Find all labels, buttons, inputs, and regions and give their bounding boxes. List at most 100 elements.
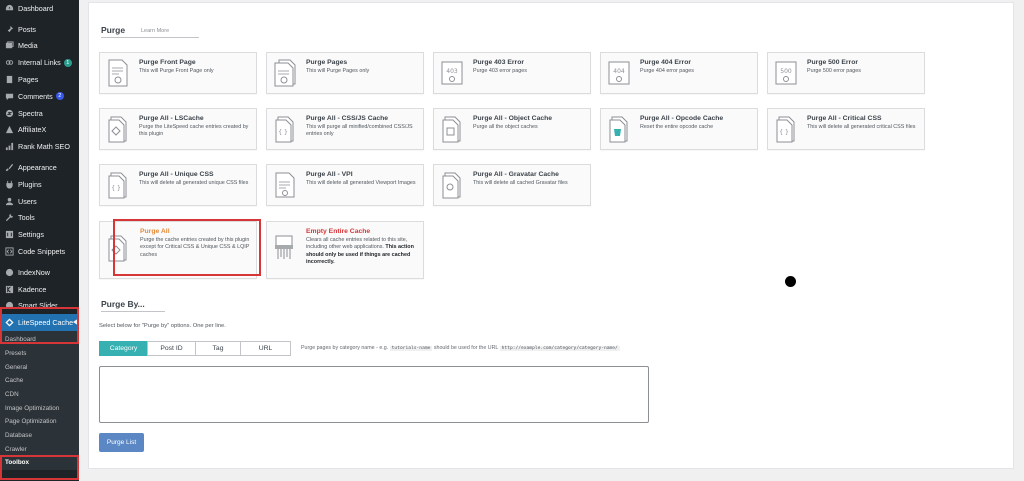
card-description: This will Purge Front Page only xyxy=(139,68,214,74)
purge-all-object-cache-card[interactable]: Purge All - Object Cache Purge all the o… xyxy=(433,108,591,150)
sidebar-item-posts[interactable]: Posts xyxy=(0,21,79,38)
submenu-item-page-optimization[interactable]: Page Optimization xyxy=(0,415,79,429)
sidebar-item-label: Comments xyxy=(18,91,53,101)
sidebar-item-indexnow[interactable]: IndexNow xyxy=(0,264,79,281)
purge-all-opcode-cache-card[interactable]: Purge All - Opcode Cache Reset the entir… xyxy=(600,108,758,150)
hint-middle: should be used for the URL xyxy=(433,345,499,351)
submenu-item-presets[interactable]: Presets xyxy=(0,347,79,361)
dashboard-icon xyxy=(4,3,14,13)
submenu-item-cdn[interactable]: CDN xyxy=(0,388,79,402)
tab-url[interactable]: URL xyxy=(240,341,291,356)
card-description: This will delete all cached Gravatar fil… xyxy=(473,180,568,186)
purge-all-css-js-card[interactable]: { } Purge All - CSS/JS Cache This will p… xyxy=(266,108,424,150)
chart-icon xyxy=(4,142,14,152)
pin-icon xyxy=(4,24,14,34)
sidebar-item-appearance[interactable]: Appearance xyxy=(0,159,79,176)
sidebar-item-media[interactable]: Media xyxy=(0,38,79,55)
litespeed-submenu: Dashboard Presets General Cache CDN Imag… xyxy=(0,331,79,471)
sidebar-item-tools[interactable]: Tools xyxy=(0,210,79,227)
sidebar-item-settings[interactable]: Settings xyxy=(0,226,79,243)
card-description: Purge 403 error pages xyxy=(473,68,527,74)
sidebar-item-plugins[interactable]: Plugins xyxy=(0,176,79,193)
sidebar-item-dashboard[interactable]: Dashboard xyxy=(0,0,79,17)
section-title-underline xyxy=(101,37,199,38)
purge-all-gravatar-card[interactable]: Purge All - Gravatar Cache This will del… xyxy=(433,164,591,206)
purge-by-instructions: Select below for "Purge by" options. One… xyxy=(99,323,226,329)
svg-text:{ }: { } xyxy=(779,129,789,136)
opcode-cache-icon xyxy=(609,116,628,143)
cursor-marker xyxy=(785,276,796,287)
sidebar-item-users[interactable]: Users xyxy=(0,193,79,210)
submenu-item-database[interactable]: Database xyxy=(0,429,79,443)
vpi-icon xyxy=(275,172,295,198)
sidebar-item-rank-math[interactable]: Rank Math SEO xyxy=(0,138,79,155)
sidebar-item-label: Media xyxy=(18,41,38,51)
purge-by-title: Purge By... xyxy=(101,299,145,309)
lscache-icon xyxy=(108,116,127,143)
tab-post-id[interactable]: Post ID xyxy=(147,341,196,356)
sidebar-item-label: Plugins xyxy=(18,179,42,189)
sidebar-item-code-snippets[interactable]: Code Snippets xyxy=(0,243,79,260)
count-badge: 2 xyxy=(55,92,64,101)
sidebar-item-label: Posts xyxy=(18,24,36,34)
purge-all-highlight-box xyxy=(113,219,261,276)
card-title: Purge All - Object Cache xyxy=(473,115,553,122)
svg-text:403: 403 xyxy=(446,68,458,75)
hint-prefix: Purge pages by category name - e.g. xyxy=(301,345,389,351)
brush-icon xyxy=(4,163,14,173)
link-icon xyxy=(4,58,14,68)
purge-list-textarea[interactable] xyxy=(99,366,649,423)
purge-all-vpi-card[interactable]: Purge All - VPI This will delete all gen… xyxy=(266,164,424,206)
purge-403-error-card[interactable]: 403 Purge 403 Error Purge 403 error page… xyxy=(433,52,591,94)
purge-404-error-card[interactable]: 404 Purge 404 Error Purge 404 error page… xyxy=(600,52,758,94)
submenu-item-image-optimization[interactable]: Image Optimization xyxy=(0,402,79,416)
card-title: Purge All - Critical CSS xyxy=(807,115,882,122)
submenu-item-general[interactable]: General xyxy=(0,361,79,375)
tab-tag[interactable]: Tag xyxy=(195,341,241,356)
empty-entire-cache-card[interactable]: Empty Entire Cache Clears all cache entr… xyxy=(266,221,424,279)
sidebar-item-internal-links[interactable]: Internal Links 1 xyxy=(0,54,79,71)
sidebar-item-comments[interactable]: Comments 2 xyxy=(0,88,79,105)
card-description: This will Purge Pages only xyxy=(306,68,370,74)
purge-section-title: Purge xyxy=(101,25,126,35)
card-title: Purge Pages xyxy=(306,59,348,66)
tab-category[interactable]: Category xyxy=(99,341,148,356)
sidebar-item-label: Pages xyxy=(18,75,39,85)
sidebar-item-label: Kadence xyxy=(18,284,47,294)
sidebar-item-label: Rank Math SEO xyxy=(18,142,70,152)
purge-all-critical-css-card[interactable]: { } Purge All - Critical CSS This will d… xyxy=(767,108,925,150)
card-title: Purge All - Opcode Cache xyxy=(640,115,724,122)
purge-list-button[interactable]: Purge List xyxy=(99,433,144,452)
shredder-icon xyxy=(275,235,293,259)
card-title: Purge All - CSS/JS Cache xyxy=(306,115,389,122)
card-description: This will purge all minified/combined CS… xyxy=(306,124,413,138)
purge-pages-card[interactable]: Purge Pages This will Purge Pages only xyxy=(266,52,424,94)
sidebar-item-label: Dashboard xyxy=(18,3,54,13)
unique-css-icon: { } xyxy=(108,172,127,199)
sidebar-item-kadence[interactable]: Kadence xyxy=(0,281,79,298)
purge-front-page-card[interactable]: Purge Front Page This will Purge Front P… xyxy=(99,52,257,94)
wrench-icon xyxy=(4,213,14,223)
card-title: Purge All - LSCache xyxy=(139,115,204,122)
sidebar-item-affiliatex[interactable]: AffiliateX xyxy=(0,122,79,139)
card-title: Purge All - Gravatar Cache xyxy=(473,171,559,178)
object-cache-icon xyxy=(442,116,461,143)
error-403-icon: 403 xyxy=(441,61,463,85)
purge-500-error-card[interactable]: 500 Purge 500 Error Purge 500 error page… xyxy=(767,52,925,94)
sidebar-item-spectra[interactable]: Spectra xyxy=(0,105,79,122)
sidebar-item-pages[interactable]: Pages xyxy=(0,71,79,88)
submenu-item-cache[interactable]: Cache xyxy=(0,374,79,388)
error-500-icon: 500 xyxy=(775,61,797,85)
toolbox-highlight-box xyxy=(0,455,79,480)
card-description: This will delete all generated critical … xyxy=(807,124,916,130)
error-404-icon: 404 xyxy=(608,61,630,85)
sidebar-item-label: Spectra xyxy=(18,108,43,118)
kadence-icon xyxy=(4,284,14,294)
user-icon xyxy=(4,196,14,206)
purge-all-unique-css-card[interactable]: { } Purge All - Unique CSS This will del… xyxy=(99,164,257,206)
settings-icon xyxy=(4,230,14,240)
purge-all-lscache-card[interactable]: Purge All - LSCache Purge the LiteSpeed … xyxy=(99,108,257,150)
learn-more-link[interactable]: Learn More xyxy=(141,28,169,34)
section-title-underline xyxy=(101,311,165,312)
plugin-icon xyxy=(4,179,14,189)
